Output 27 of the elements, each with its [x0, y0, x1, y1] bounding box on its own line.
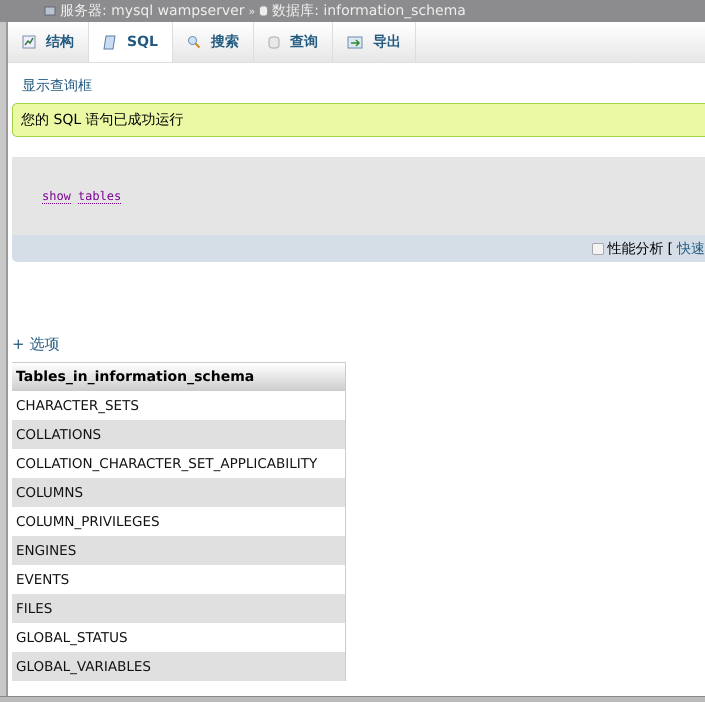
sql-keyword[interactable]: show: [42, 188, 71, 204]
breadcrumb-separator: »: [248, 4, 256, 18]
success-message: 您的 SQL 语句已成功运行: [12, 103, 705, 137]
table-cell: ENGINES: [12, 536, 345, 565]
export-icon: [346, 36, 363, 48]
profiling-checkbox[interactable]: [592, 242, 604, 254]
quick-link[interactable]: 快速: [677, 240, 705, 258]
show-query-link[interactable]: 显示查询框: [22, 78, 92, 94]
sql-keyword[interactable]: tables: [78, 188, 122, 204]
search-icon: [186, 35, 201, 49]
tab[interactable]: SQL: [89, 22, 173, 62]
database-icon: [268, 35, 280, 49]
tab[interactable]: 搜索: [172, 22, 254, 62]
table-cell: GLOBAL_VARIABLES: [12, 652, 345, 681]
document-icon: [103, 34, 117, 50]
server-icon: [44, 5, 56, 17]
bracket: [: [668, 240, 673, 256]
column-header: Tables_in_information_schema: [12, 362, 345, 391]
chart-icon: [22, 35, 36, 49]
table-cell: COLUMNS: [12, 478, 345, 507]
profiling-label: 性能分析: [608, 240, 664, 258]
database-icon: [259, 5, 268, 17]
table-cell: FILES: [12, 594, 345, 623]
tab[interactable]: 导出: [332, 22, 416, 62]
tab[interactable]: 查询: [254, 22, 333, 62]
table-cell: COLLATIONS: [12, 420, 345, 449]
options-link[interactable]: + 选项: [12, 335, 60, 353]
